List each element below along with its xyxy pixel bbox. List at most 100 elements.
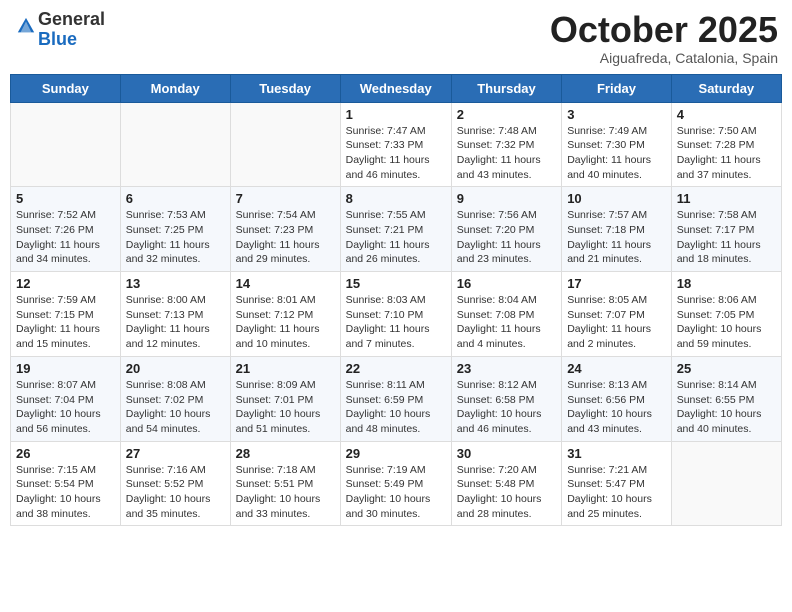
calendar-table: SundayMondayTuesdayWednesdayThursdayFrid… xyxy=(10,74,782,527)
day-number: 12 xyxy=(16,276,115,291)
day-cell xyxy=(230,102,340,187)
day-info: Sunrise: 8:03 AM Sunset: 7:10 PM Dayligh… xyxy=(346,293,446,352)
day-cell: 10 Sunrise: 7:57 AM Sunset: 7:18 PM Dayli… xyxy=(562,187,672,272)
day-info: Sunrise: 8:09 AM Sunset: 7:01 PM Dayligh… xyxy=(236,378,335,437)
weekday-header-wednesday: Wednesday xyxy=(340,74,451,102)
weekday-header-friday: Friday xyxy=(562,74,672,102)
day-cell: 2Sunrise: 7:48 AM Sunset: 7:32 PM Daylig… xyxy=(451,102,561,187)
day-cell: 18 Sunrise: 8:06 AM Sunset: 7:05 PM Dayli… xyxy=(671,272,781,357)
week-row-5: 26 Sunrise: 7:15 AM Sunset: 5:54 PM Dayli… xyxy=(11,441,782,526)
day-info: Sunrise: 7:21 AM Sunset: 5:47 PM Dayligh… xyxy=(567,463,666,522)
day-number: 15 xyxy=(346,276,446,291)
weekday-header-tuesday: Tuesday xyxy=(230,74,340,102)
day-info: Sunrise: 7:16 AM Sunset: 5:52 PM Dayligh… xyxy=(126,463,225,522)
day-number: 7 xyxy=(236,191,335,206)
week-row-1: 1Sunrise: 7:47 AM Sunset: 7:33 PM Daylig… xyxy=(11,102,782,187)
day-cell: 23 Sunrise: 8:12 AM Sunset: 6:58 PM Dayli… xyxy=(451,356,561,441)
day-cell: 6Sunrise: 7:53 AM Sunset: 7:25 PM Daylig… xyxy=(120,187,230,272)
location-subtitle: Aiguafreda, Catalonia, Spain xyxy=(550,50,778,66)
day-cell: 19 Sunrise: 8:07 AM Sunset: 7:04 PM Dayli… xyxy=(11,356,121,441)
day-number: 19 xyxy=(16,361,115,376)
page-header: General Blue October 2025 Aiguafreda, Ca… xyxy=(10,10,782,66)
day-info: Sunrise: 7:56 AM Sunset: 7:20 PM Dayligh… xyxy=(457,208,556,267)
day-number: 1 xyxy=(346,107,446,122)
weekday-header-sunday: Sunday xyxy=(11,74,121,102)
logo: General Blue xyxy=(14,10,105,50)
logo-blue-text: Blue xyxy=(38,29,77,49)
day-number: 13 xyxy=(126,276,225,291)
day-number: 24 xyxy=(567,361,666,376)
day-info: Sunrise: 8:13 AM Sunset: 6:56 PM Dayligh… xyxy=(567,378,666,437)
day-info: Sunrise: 7:52 AM Sunset: 7:26 PM Dayligh… xyxy=(16,208,115,267)
day-number: 21 xyxy=(236,361,335,376)
day-number: 16 xyxy=(457,276,556,291)
day-info: Sunrise: 8:12 AM Sunset: 6:58 PM Dayligh… xyxy=(457,378,556,437)
day-number: 4 xyxy=(677,107,776,122)
day-cell: 12 Sunrise: 7:59 AM Sunset: 7:15 PM Dayli… xyxy=(11,272,121,357)
day-number: 9 xyxy=(457,191,556,206)
day-number: 5 xyxy=(16,191,115,206)
week-row-2: 5 Sunrise: 7:52 AM Sunset: 7:26 PM Daylig… xyxy=(11,187,782,272)
day-info: Sunrise: 8:11 AM Sunset: 6:59 PM Dayligh… xyxy=(346,378,446,437)
day-info: Sunrise: 7:57 AM Sunset: 7:18 PM Dayligh… xyxy=(567,208,666,267)
weekday-header-thursday: Thursday xyxy=(451,74,561,102)
day-cell: 3 Sunrise: 7:49 AM Sunset: 7:30 PM Daylig… xyxy=(562,102,672,187)
day-number: 23 xyxy=(457,361,556,376)
day-cell: 9 Sunrise: 7:56 AM Sunset: 7:20 PM Daylig… xyxy=(451,187,561,272)
day-info: Sunrise: 7:18 AM Sunset: 5:51 PM Dayligh… xyxy=(236,463,335,522)
day-info: Sunrise: 8:01 AM Sunset: 7:12 PM Dayligh… xyxy=(236,293,335,352)
day-cell: 15 Sunrise: 8:03 AM Sunset: 7:10 PM Dayli… xyxy=(340,272,451,357)
day-info: Sunrise: 7:48 AM Sunset: 7:32 PM Dayligh… xyxy=(457,124,556,183)
day-cell: 21 Sunrise: 8:09 AM Sunset: 7:01 PM Dayli… xyxy=(230,356,340,441)
day-cell: 27 Sunrise: 7:16 AM Sunset: 5:52 PM Dayli… xyxy=(120,441,230,526)
day-number: 10 xyxy=(567,191,666,206)
day-info: Sunrise: 7:50 AM Sunset: 7:28 PM Dayligh… xyxy=(677,124,776,183)
day-cell: 28Sunrise: 7:18 AM Sunset: 5:51 PM Dayli… xyxy=(230,441,340,526)
week-row-4: 19 Sunrise: 8:07 AM Sunset: 7:04 PM Dayli… xyxy=(11,356,782,441)
day-number: 27 xyxy=(126,446,225,461)
day-number: 26 xyxy=(16,446,115,461)
day-info: Sunrise: 8:08 AM Sunset: 7:02 PM Dayligh… xyxy=(126,378,225,437)
day-info: Sunrise: 8:07 AM Sunset: 7:04 PM Dayligh… xyxy=(16,378,115,437)
week-row-3: 12 Sunrise: 7:59 AM Sunset: 7:15 PM Dayli… xyxy=(11,272,782,357)
day-number: 14 xyxy=(236,276,335,291)
day-cell: 8 Sunrise: 7:55 AM Sunset: 7:21 PM Daylig… xyxy=(340,187,451,272)
day-cell: 20 Sunrise: 8:08 AM Sunset: 7:02 PM Dayli… xyxy=(120,356,230,441)
weekday-header-monday: Monday xyxy=(120,74,230,102)
day-info: Sunrise: 8:04 AM Sunset: 7:08 PM Dayligh… xyxy=(457,293,556,352)
day-cell: 7 Sunrise: 7:54 AM Sunset: 7:23 PM Daylig… xyxy=(230,187,340,272)
day-number: 18 xyxy=(677,276,776,291)
day-cell: 17Sunrise: 8:05 AM Sunset: 7:07 PM Dayli… xyxy=(562,272,672,357)
day-info: Sunrise: 7:59 AM Sunset: 7:15 PM Dayligh… xyxy=(16,293,115,352)
title-area: October 2025 Aiguafreda, Catalonia, Spai… xyxy=(550,10,778,66)
day-cell: 30 Sunrise: 7:20 AM Sunset: 5:48 PM Dayli… xyxy=(451,441,561,526)
day-cell xyxy=(120,102,230,187)
day-number: 29 xyxy=(346,446,446,461)
day-info: Sunrise: 7:53 AM Sunset: 7:25 PM Dayligh… xyxy=(126,208,225,267)
day-number: 20 xyxy=(126,361,225,376)
weekday-header-row: SundayMondayTuesdayWednesdayThursdayFrid… xyxy=(11,74,782,102)
day-cell xyxy=(671,441,781,526)
day-number: 25 xyxy=(677,361,776,376)
day-info: Sunrise: 7:20 AM Sunset: 5:48 PM Dayligh… xyxy=(457,463,556,522)
day-number: 11 xyxy=(677,191,776,206)
day-number: 30 xyxy=(457,446,556,461)
day-info: Sunrise: 8:05 AM Sunset: 7:07 PM Dayligh… xyxy=(567,293,666,352)
day-info: Sunrise: 8:00 AM Sunset: 7:13 PM Dayligh… xyxy=(126,293,225,352)
day-info: Sunrise: 8:06 AM Sunset: 7:05 PM Dayligh… xyxy=(677,293,776,352)
day-info: Sunrise: 7:15 AM Sunset: 5:54 PM Dayligh… xyxy=(16,463,115,522)
day-number: 3 xyxy=(567,107,666,122)
day-cell: 4 Sunrise: 7:50 AM Sunset: 7:28 PM Daylig… xyxy=(671,102,781,187)
day-info: Sunrise: 7:49 AM Sunset: 7:30 PM Dayligh… xyxy=(567,124,666,183)
day-number: 31 xyxy=(567,446,666,461)
day-cell: 5 Sunrise: 7:52 AM Sunset: 7:26 PM Daylig… xyxy=(11,187,121,272)
day-info: Sunrise: 7:54 AM Sunset: 7:23 PM Dayligh… xyxy=(236,208,335,267)
day-cell: 16 Sunrise: 8:04 AM Sunset: 7:08 PM Dayli… xyxy=(451,272,561,357)
day-cell: 1Sunrise: 7:47 AM Sunset: 7:33 PM Daylig… xyxy=(340,102,451,187)
weekday-header-saturday: Saturday xyxy=(671,74,781,102)
day-info: Sunrise: 8:14 AM Sunset: 6:55 PM Dayligh… xyxy=(677,378,776,437)
day-info: Sunrise: 7:19 AM Sunset: 5:49 PM Dayligh… xyxy=(346,463,446,522)
day-cell: 11Sunrise: 7:58 AM Sunset: 7:17 PM Dayli… xyxy=(671,187,781,272)
day-number: 8 xyxy=(346,191,446,206)
day-info: Sunrise: 7:55 AM Sunset: 7:21 PM Dayligh… xyxy=(346,208,446,267)
